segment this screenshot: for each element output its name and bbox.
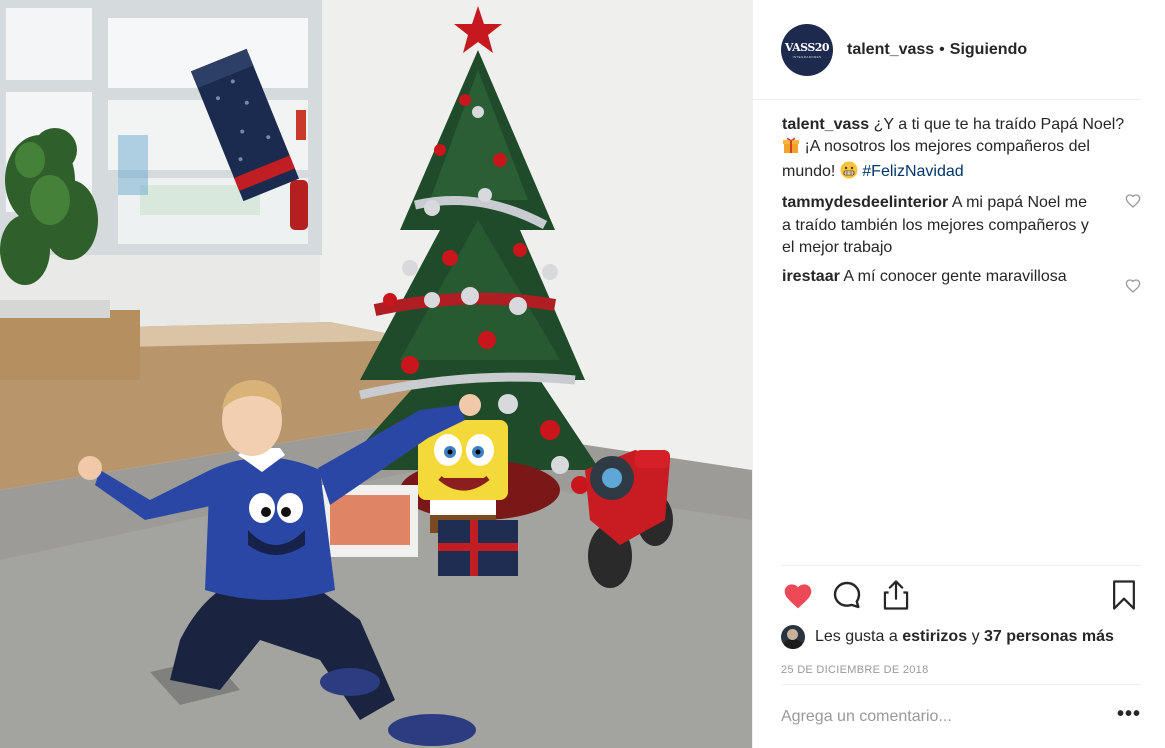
likes-count-link[interactable]: 37 personas más xyxy=(984,628,1114,646)
post-caption: talent_vass ¿Y a ti que te ha traído Pap… xyxy=(782,114,1141,186)
comment-text: A mí conocer gente maravillosa xyxy=(843,267,1067,285)
avatar-logo-text: VASS20 xyxy=(784,40,830,54)
comment-like-heart-icon[interactable] xyxy=(1125,193,1141,209)
comments-list: talent_vass ¿Y a ti que te ha traído Pap… xyxy=(753,100,1165,293)
comment-bubble-icon[interactable] xyxy=(830,578,864,612)
add-comment-bar: ••• xyxy=(781,684,1141,748)
post-header: VASS20 INTEGRADORES talent_vass • Siguie… xyxy=(753,0,1141,100)
post-actions-section: Les gusta a estirizos y 37 personas más … xyxy=(781,565,1141,684)
post-sidebar: VASS20 INTEGRADORES talent_vass • Siguie… xyxy=(752,0,1165,748)
likes-connector: y xyxy=(971,628,980,645)
comment-input[interactable] xyxy=(781,707,1117,726)
comment-item: tammydesdeelinterior A mi papá Noel me a… xyxy=(782,192,1141,260)
post-date[interactable]: 25 DE DICIEMBRE DE 2018 xyxy=(781,664,1141,684)
christmas-photo-illustration xyxy=(0,0,752,748)
profile-avatar[interactable]: VASS20 INTEGRADORES xyxy=(781,23,833,76)
comment-username-link[interactable]: tammydesdeelinterior xyxy=(782,194,948,211)
comment-like-heart-icon[interactable] xyxy=(1125,278,1141,294)
caption-username-link[interactable]: talent_vass xyxy=(782,116,869,133)
more-options-button[interactable]: ••• xyxy=(1117,704,1141,724)
header-separator: • xyxy=(939,40,945,58)
action-bar xyxy=(781,566,1141,624)
liker-username-link[interactable]: estirizos xyxy=(902,628,967,646)
avatar-logo-subtext: INTEGRADORES xyxy=(792,54,822,59)
caption-text-1: ¿Y a ti que te ha traído Papá Noel? xyxy=(873,116,1125,133)
following-button[interactable]: Siguiendo xyxy=(950,41,1027,59)
hashtag-link[interactable]: #FelizNavidad xyxy=(862,163,963,180)
share-icon[interactable] xyxy=(879,578,913,612)
likes-prefix: Les gusta a xyxy=(815,628,898,645)
bookmark-icon[interactable] xyxy=(1107,578,1141,612)
comment-username-link[interactable]: irestaar xyxy=(782,268,840,285)
liker-avatar[interactable] xyxy=(781,625,805,649)
post-photo[interactable] xyxy=(0,0,752,748)
grimacing-emoji-icon xyxy=(840,161,858,186)
gift-emoji-icon xyxy=(782,136,800,161)
header-username-link[interactable]: talent_vass xyxy=(847,41,934,59)
likes-summary: Les gusta a estirizos y 37 personas más xyxy=(781,622,1141,652)
comment-item: irestaar A mí conocer gente maravillosa xyxy=(782,266,1141,293)
like-heart-icon[interactable] xyxy=(781,578,815,612)
